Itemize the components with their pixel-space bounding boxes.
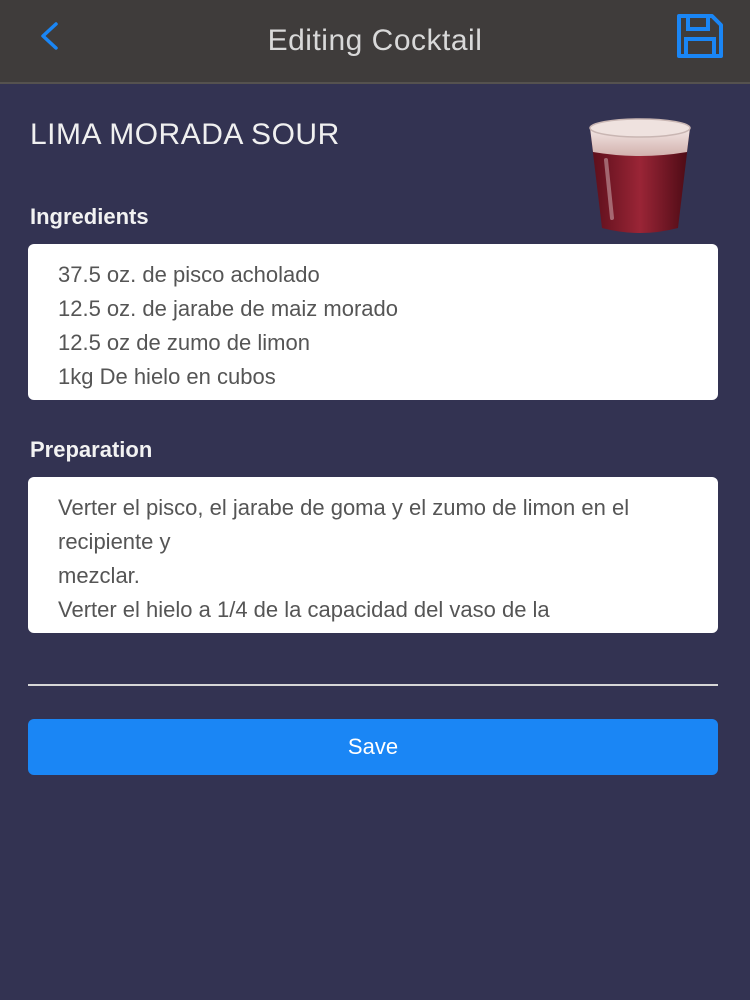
preparation-label: Preparation — [30, 437, 153, 462]
floppy-disk-icon — [677, 14, 723, 58]
cocktail-name: LIMA MORADA SOUR — [30, 118, 340, 151]
save-button[interactable]: Save — [28, 719, 718, 775]
cocktail-image — [580, 110, 700, 240]
preparation-textarea[interactable]: Verter el pisco, el jarabe de goma y el … — [28, 477, 718, 633]
navigation-bar: Editing Cocktail — [0, 0, 750, 84]
ingredients-label: Ingredients — [30, 204, 149, 229]
divider — [28, 684, 718, 686]
ingredients-textarea[interactable]: 37.5 oz. de pisco acholado 12.5 oz. de j… — [28, 244, 718, 400]
save-icon-button[interactable] — [674, 10, 726, 62]
page-title: Editing Cocktail — [267, 24, 483, 57]
